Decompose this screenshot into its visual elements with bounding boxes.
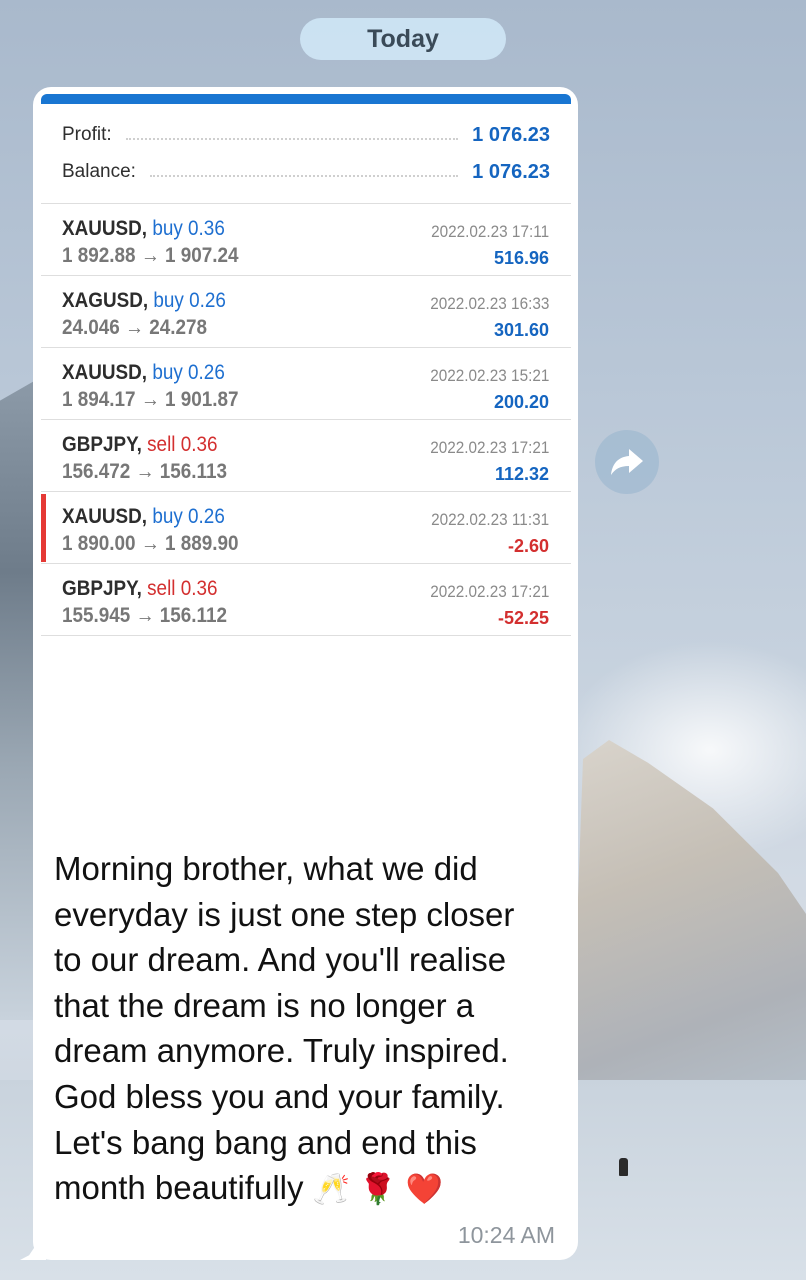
trade-symbol: GBPJPY, — [62, 433, 142, 456]
message-text: Morning brother, what we did everyday is… — [54, 846, 564, 1213]
trade-side: buy 0.26 — [152, 505, 225, 528]
trade-row[interactable]: GBPJPY, sell 0.36 156.472 → 156.113 2022.0… — [41, 420, 571, 492]
trade-symbol: XAUUSD, — [62, 217, 148, 240]
profit-label: Profit: — [62, 124, 112, 145]
message-timestamp: 10:24 AM — [457, 1222, 555, 1248]
message-line: God bless you and your family. — [54, 1077, 505, 1115]
forward-button[interactable] — [595, 430, 659, 494]
message-line: everyday is just one step closer — [54, 895, 515, 933]
trade-row[interactable]: XAUUSD, buy 0.36 1 892.88 → 1 907.24 2022.… — [41, 204, 571, 276]
screenshot-header-bar — [41, 94, 571, 104]
trade-prices: 156.472 → 156.113 — [62, 460, 228, 483]
trade-prices: 24.046 → 24.278 — [62, 316, 208, 339]
trade-prices: 155.945 → 156.112 — [62, 604, 228, 627]
trade-row[interactable]: XAUUSD, buy 0.26 1 894.17 → 1 901.87 2022.… — [41, 348, 571, 420]
trade-profit: 301.60 — [493, 320, 549, 340]
champagne-emoji: 🥂 — [312, 1172, 351, 1208]
trade-side: sell 0.36 — [147, 433, 218, 456]
trade-title: XAUUSD, buy 0.26 — [62, 505, 225, 529]
trade-side: buy 0.26 — [152, 361, 225, 384]
balance-label: Balance: — [62, 161, 136, 182]
trade-time: 2022.02.23 16:33 — [429, 294, 549, 313]
forward-arrow-icon — [611, 449, 643, 475]
message-line: month beautifully — [54, 1169, 304, 1207]
trade-row[interactable]: XAUUSD, buy 0.26 1 890.00 → 1 889.90 2022.… — [41, 492, 571, 564]
trade-prices: 1 890.00 → 1 889.90 — [62, 532, 239, 555]
heart-emoji: ❤️ — [405, 1172, 444, 1208]
message-line: dream anymore. Truly inspired. — [54, 1032, 509, 1070]
trade-time: 2022.02.23 11:31 — [431, 510, 549, 529]
background-climber — [619, 1158, 628, 1176]
trade-side: buy 0.36 — [152, 217, 225, 240]
balance-row: Balance: 1 076.23 — [62, 157, 550, 187]
trade-prices: 1 894.17 → 1 901.87 — [62, 388, 239, 411]
trade-time: 2022.02.23 15:21 — [429, 366, 549, 385]
dotted-leader — [149, 167, 459, 177]
trade-title: XAUUSD, buy 0.36 — [62, 217, 225, 241]
dotted-leader — [125, 130, 459, 140]
trade-row[interactable]: GBPJPY, sell 0.36 155.945 → 156.112 2022.0… — [41, 564, 571, 636]
trade-profit: 516.96 — [493, 248, 549, 268]
trade-profit: 112.32 — [494, 464, 549, 484]
balance-value: 1 076.23 — [472, 160, 550, 183]
trade-profit: -2.60 — [507, 536, 549, 556]
trade-side: sell 0.36 — [147, 577, 218, 600]
trade-profit: 200.20 — [493, 392, 549, 412]
message-line: Let's bang bang and end this — [54, 1123, 477, 1161]
rose-emoji: 🌹 — [359, 1172, 397, 1208]
message-line-last: month beautifully 🥂 🌹 ❤️ — [54, 1165, 564, 1213]
trade-side: buy 0.26 — [153, 289, 226, 312]
message-line: that the dream is no longer a — [54, 986, 475, 1024]
profit-value: 1 076.23 — [472, 123, 550, 146]
trade-symbol: XAUUSD, — [62, 505, 148, 528]
attached-screenshot[interactable]: Profit: 1 076.23 Balance: 1 076.23 XAUUS… — [41, 94, 571, 794]
trade-symbol: XAUUSD, — [62, 361, 148, 384]
trade-time: 2022.02.23 17:11 — [431, 222, 549, 241]
message-line: to our dream. And you'll realise — [54, 941, 507, 979]
trade-symbol: XAGUSD, — [62, 289, 149, 312]
trade-title: XAUUSD, buy 0.26 — [62, 361, 225, 385]
divider — [41, 635, 571, 636]
trade-title: GBPJPY, sell 0.36 — [62, 433, 218, 457]
trade-time: 2022.02.23 17:21 — [429, 582, 549, 601]
trade-profit: -52.25 — [497, 608, 549, 628]
trade-title: GBPJPY, sell 0.36 — [62, 577, 218, 601]
trade-time: 2022.02.23 17:21 — [429, 438, 549, 457]
trade-title: XAGUSD, buy 0.26 — [62, 289, 226, 313]
date-separator: Today — [300, 18, 506, 60]
selected-row-marker — [41, 494, 46, 562]
profit-row: Profit: 1 076.23 — [62, 120, 550, 150]
message-line: Morning brother, what we did — [54, 850, 478, 887]
trade-prices: 1 892.88 → 1 907.24 — [62, 244, 239, 267]
trade-symbol: GBPJPY, — [62, 577, 142, 600]
trade-row[interactable]: XAGUSD, buy 0.26 24.046 → 24.278 2022.02.2… — [41, 276, 571, 348]
